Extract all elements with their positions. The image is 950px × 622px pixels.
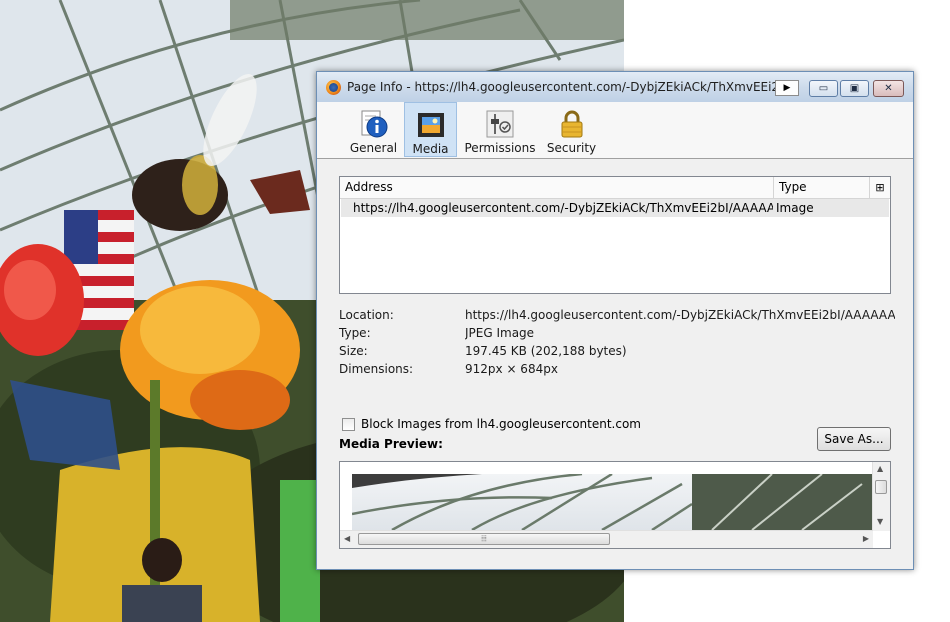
detail-type: Type: JPEG Image xyxy=(339,326,895,342)
block-images-checkbox[interactable] xyxy=(342,418,355,431)
row-type: Image xyxy=(776,201,814,215)
maximize-button[interactable]: ▣ xyxy=(840,80,869,97)
tab-permissions[interactable]: Permissions xyxy=(462,102,538,157)
media-preview-label: Media Preview: xyxy=(339,437,443,451)
scroll-right-icon[interactable]: ▶ xyxy=(863,534,869,543)
scroll-left-icon[interactable]: ◀ xyxy=(344,534,350,543)
permissions-icon xyxy=(486,110,514,138)
tab-general-label: General xyxy=(349,141,398,155)
media-list[interactable]: Address Type ⊞ https://lh4.googleusercon… xyxy=(339,176,891,294)
detail-size: Size: 197.45 KB (202,188 bytes) xyxy=(339,344,895,360)
location-label: Location: xyxy=(339,308,394,322)
tab-media-label: Media xyxy=(412,142,449,156)
preview-image xyxy=(352,474,873,530)
tab-media[interactable]: Media xyxy=(404,102,457,157)
tab-permissions-label: Permissions xyxy=(464,141,536,155)
column-type[interactable]: Type xyxy=(774,177,870,198)
preview-drawing xyxy=(352,474,873,530)
tab-security-label: Security xyxy=(546,141,597,155)
size-label: Size: xyxy=(339,344,368,358)
close-button[interactable]: ✕ xyxy=(873,80,904,97)
detail-dimensions: Dimensions: 912px × 684px xyxy=(339,362,895,378)
list-header: Address Type ⊞ xyxy=(340,177,890,199)
window-title: Page Info - https://lh4.googleuserconten… xyxy=(347,80,779,94)
page-info-window: Page Info - https://lh4.googleuserconten… xyxy=(316,71,914,570)
block-images-label[interactable]: Block Images from lh4.googleusercontent.… xyxy=(361,417,641,431)
horizontal-scroll-thumb[interactable]: ⦙⦙⦙ xyxy=(358,533,610,545)
preview-horizontal-scrollbar[interactable]: ◀ ⦙⦙⦙ ▶ xyxy=(340,530,873,548)
tab-security[interactable]: Security xyxy=(545,102,598,157)
dimensions-value: 912px × 684px xyxy=(465,362,558,376)
location-value: https://lh4.googleusercontent.com/-DybjZ… xyxy=(465,308,895,322)
info-icon xyxy=(361,110,387,138)
type-label: Type: xyxy=(339,326,371,340)
title-bar[interactable]: Page Info - https://lh4.googleuserconten… xyxy=(317,72,913,103)
column-address[interactable]: Address xyxy=(340,177,774,198)
save-as-button[interactable]: Save As... xyxy=(817,427,891,451)
scroll-down-icon[interactable]: ▼ xyxy=(877,517,883,526)
firefox-icon xyxy=(326,80,341,95)
lock-icon xyxy=(561,110,582,138)
toolbar: General Media Permissions Security xyxy=(317,102,913,159)
vertical-scroll-thumb[interactable] xyxy=(875,480,887,494)
title-scroll-right-icon[interactable]: ▶ xyxy=(775,80,799,96)
column-picker-icon[interactable]: ⊞ xyxy=(870,177,890,198)
detail-location: Location: https://lh4.googleusercontent.… xyxy=(339,308,895,324)
type-value: JPEG Image xyxy=(465,326,535,340)
dimensions-label: Dimensions: xyxy=(339,362,414,376)
tab-general[interactable]: General xyxy=(346,102,401,157)
minimize-button[interactable]: ▭ xyxy=(809,80,838,97)
scroll-up-icon[interactable]: ▲ xyxy=(877,464,883,473)
media-icon xyxy=(417,113,444,137)
table-row[interactable]: https://lh4.googleusercontent.com/-DybjZ… xyxy=(341,199,889,217)
media-preview[interactable]: ▲ ▼ ◀ ⦙⦙⦙ ▶ xyxy=(339,461,891,549)
preview-vertical-scrollbar[interactable]: ▲ ▼ xyxy=(872,462,890,531)
size-value: 197.45 KB (202,188 bytes) xyxy=(465,344,627,358)
row-address: https://lh4.googleusercontent.com/-DybjZ… xyxy=(353,201,773,215)
